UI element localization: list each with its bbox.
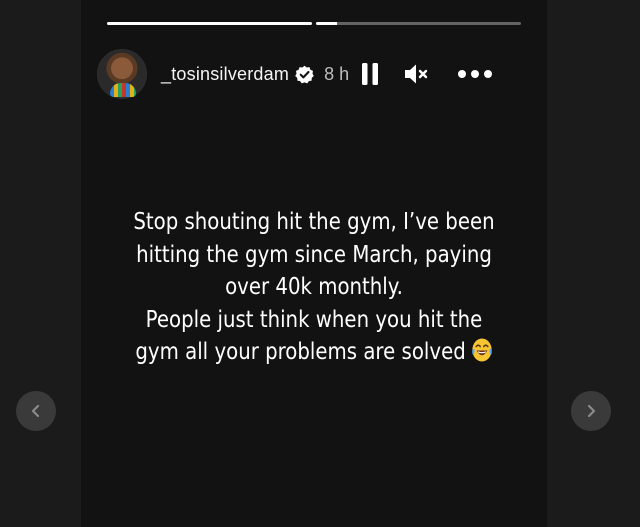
pause-icon: [362, 63, 379, 85]
story-header: _tosinsilverdam 8 h: [97, 48, 537, 100]
caption-line: gym all your problems are solved: [135, 337, 466, 365]
caption-line: People just think when you hit the: [145, 304, 483, 333]
post-time: 8 h: [324, 63, 350, 84]
more-options-icon: [458, 70, 493, 78]
caption-line: Stop shouting hit the gym, I’ve been: [133, 207, 495, 235]
story-caption: Stop shouting hit the gym, I’ve been hit…: [118, 205, 509, 368]
verified-badge-icon: [295, 65, 314, 83]
mute-button[interactable]: [403, 61, 429, 87]
caption-line-last: gym all your problems are solved: [118, 335, 509, 368]
tears-of-joy-emoji-icon: [471, 338, 492, 362]
chevron-right-icon: [587, 404, 596, 418]
caption-line: over 40k monthly.: [225, 272, 403, 300]
progress-segment-2: [316, 22, 521, 25]
username[interactable]: _tosinsilverdam: [161, 64, 289, 85]
progress-segment-1: [107, 22, 312, 25]
avatar[interactable]: [97, 49, 147, 99]
story-progress-bar: [107, 22, 521, 25]
caption-line: hitting the gym since March, paying: [136, 239, 492, 268]
chevron-left-icon: [31, 404, 40, 418]
next-story-button[interactable]: [571, 391, 611, 431]
story-viewer: _tosinsilverdam 8 h Stop shouting hit th…: [0, 0, 640, 527]
pause-button[interactable]: [359, 61, 381, 87]
previous-story-button[interactable]: [16, 391, 56, 431]
more-options-button[interactable]: [457, 61, 493, 87]
story-panel[interactable]: _tosinsilverdam 8 h Stop shouting hit th…: [81, 0, 547, 527]
muted-speaker-icon: [405, 64, 428, 84]
